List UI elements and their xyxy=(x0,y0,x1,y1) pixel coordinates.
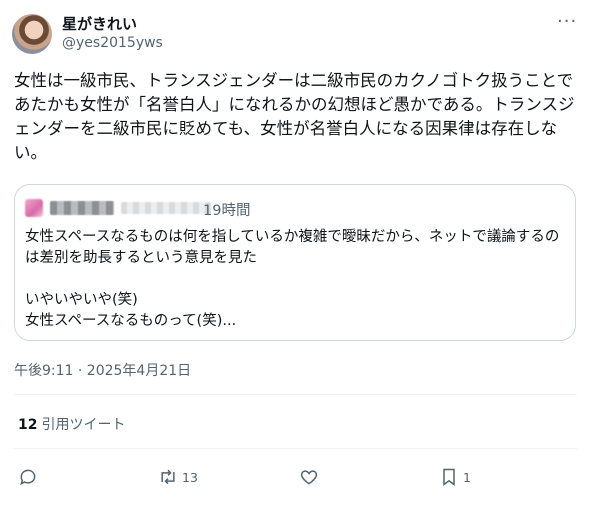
quoted-time: 19時間 xyxy=(203,203,251,219)
retweet-button[interactable]: 13 xyxy=(158,464,198,490)
bookmark-icon xyxy=(443,468,455,486)
quote-count-label: 引用ツイート xyxy=(41,417,126,433)
divider xyxy=(14,448,577,449)
more-icon[interactable]: ··· xyxy=(557,12,577,32)
retweet-count: 13 xyxy=(182,469,198,485)
quoted-text: 女性スペースなるものは何を指しているか複雑で曖昧だから、ネットで議論するのは差別… xyxy=(25,229,560,329)
reply-button[interactable] xyxy=(18,464,38,490)
tweet-timestamp[interactable]: 午後9:11 · 2025年4月21日 xyxy=(14,360,191,380)
bookmark-count: 1 xyxy=(463,469,471,485)
quoted-avatar xyxy=(25,199,43,217)
author-handle[interactable]: @yes2015yws xyxy=(62,35,163,51)
reply-icon xyxy=(20,469,36,486)
divider xyxy=(14,394,577,395)
action-bar: 13 1 xyxy=(0,464,591,490)
quote-count-number: 12 xyxy=(18,417,38,433)
quoted-handle-redacted xyxy=(121,202,211,214)
retweet-icon xyxy=(161,469,175,485)
quoted-tweet[interactable]: 19時間 女性スペースなるものは何を指しているか複雑で曖昧だから、ネットで議論す… xyxy=(14,184,576,341)
quote-count[interactable]: 12 引用ツイート xyxy=(18,414,125,434)
bookmark-button[interactable]: 1 xyxy=(439,464,471,490)
author-avatar[interactable] xyxy=(12,14,52,54)
quoted-name-redacted xyxy=(50,201,114,215)
heart-icon xyxy=(300,470,318,485)
like-button[interactable] xyxy=(299,464,319,490)
tweet-text: 女性は一級市民、トランスジェンダーは二級市民のカクノゴトク扱うことであたかも女性… xyxy=(14,71,575,162)
author-name[interactable]: 星がきれい xyxy=(62,13,137,34)
